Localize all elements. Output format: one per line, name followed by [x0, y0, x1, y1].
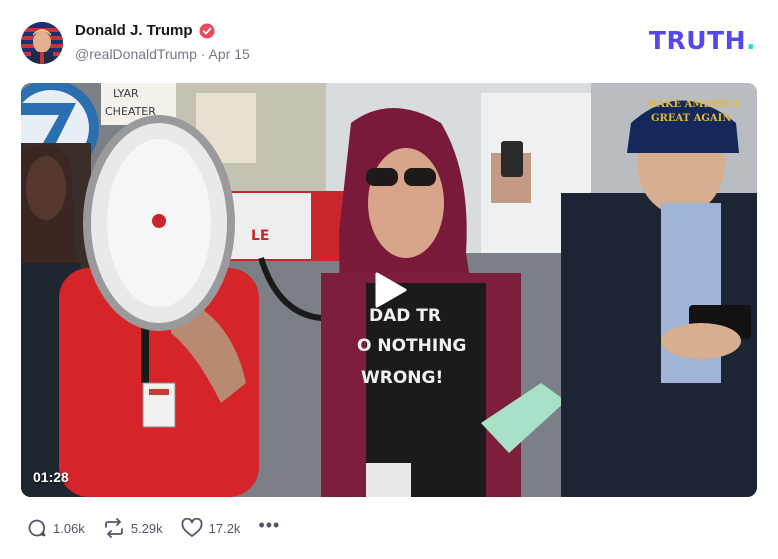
author-name[interactable]: Donald J. Trump: [75, 22, 193, 39]
logo-text: TRUTH: [648, 26, 746, 55]
post-actions: 1.06k 5.29k 17.2k •••: [27, 515, 280, 538]
reply-button[interactable]: 1.06k: [27, 518, 85, 538]
logo-dot: .: [746, 26, 756, 55]
hat-line-2: GREAT AGAIN: [651, 113, 731, 124]
hat-line-1: MAKE AMERICA: [646, 99, 740, 110]
avatar-image: [21, 22, 63, 64]
reply-count: 1.06k: [53, 520, 85, 536]
shirt-line-2: O NOTHING: [357, 336, 466, 356]
avatar[interactable]: [21, 22, 63, 64]
post-meta: @realDonaldTrump · Apr 15: [75, 46, 250, 62]
author-row: Donald J. Trump: [75, 22, 215, 39]
retruth-count: 5.29k: [130, 520, 163, 536]
retruth-button[interactable]: 5.29k: [103, 518, 163, 538]
truth-social-logo[interactable]: TRUTH.: [649, 26, 756, 55]
megaphone-text: LE: [251, 228, 269, 244]
sign-liar-text: LYAR: [113, 87, 139, 100]
heart-icon: [181, 518, 203, 537]
author-handle[interactable]: @realDonaldTrump: [75, 46, 197, 62]
video-player[interactable]: LYAR CHEATER LE DAD TR O NOTHING WRONG! …: [21, 83, 757, 497]
retruth-icon: [104, 518, 123, 538]
reply-icon: [28, 519, 46, 537]
meta-separator: ·: [196, 46, 209, 62]
play-icon[interactable]: [369, 270, 409, 310]
like-count: 17.2k: [208, 520, 241, 536]
more-options-button[interactable]: •••: [258, 515, 280, 536]
video-duration: 01:28: [33, 469, 69, 485]
verified-badge-icon: [199, 23, 215, 38]
like-button[interactable]: 17.2k: [181, 518, 241, 538]
post-date[interactable]: Apr 15: [209, 46, 250, 62]
shirt-line-3: WRONG!: [361, 368, 443, 388]
